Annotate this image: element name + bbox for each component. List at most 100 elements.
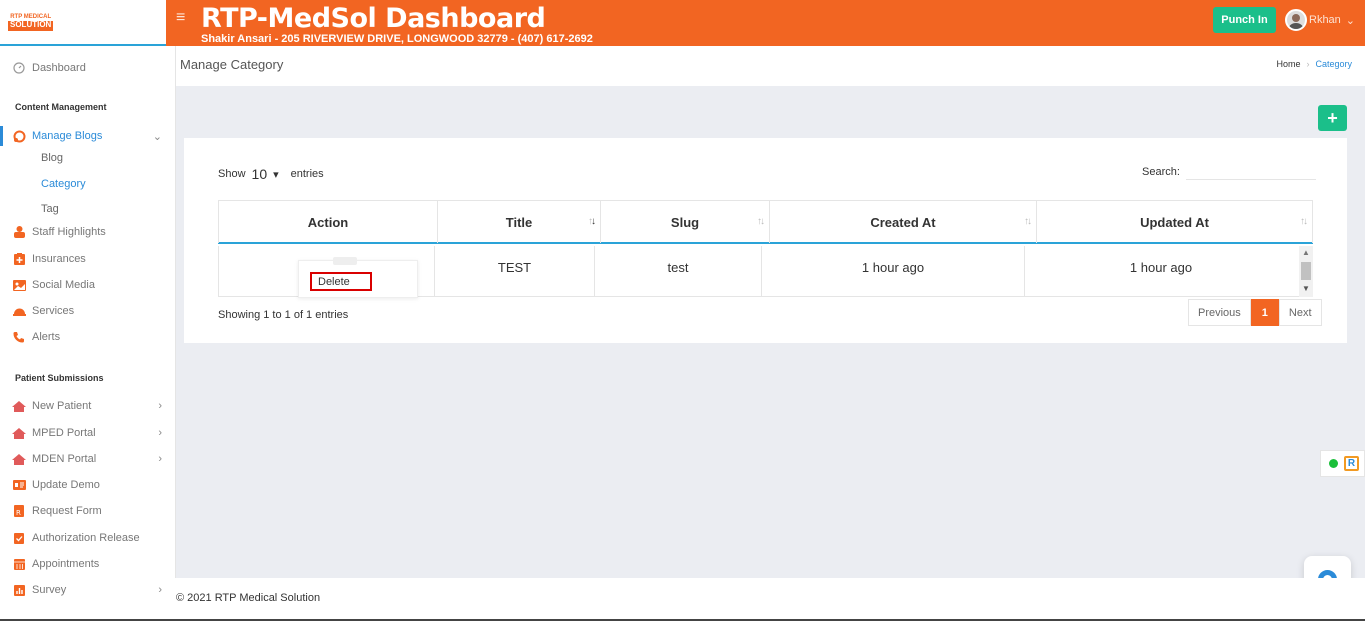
calendar-icon: [12, 557, 26, 571]
search-input[interactable]: [1185, 164, 1316, 180]
copyright-text: © 2021 RTP Medical Solution: [176, 592, 321, 604]
sidebar-item-services[interactable]: Services: [0, 301, 176, 321]
cell-action: Delete: [218, 246, 435, 298]
previous-page-button[interactable]: Previous: [1188, 299, 1251, 326]
cell-created-at: 1 hour ago: [762, 246, 1025, 297]
column-header-created-at[interactable]: Created At ↑↓: [770, 201, 1037, 243]
phone-icon: [12, 330, 26, 344]
home-icon: [12, 426, 26, 440]
delete-menu-item[interactable]: Delete: [310, 272, 372, 291]
sidebar-item-label: MPED Portal: [32, 427, 96, 439]
punch-in-button[interactable]: Punch In: [1213, 7, 1276, 33]
entries-select[interactable]: 10: [252, 166, 268, 182]
sidebar-item-label: Services: [32, 305, 75, 317]
scroll-down-icon[interactable]: ▼: [1302, 284, 1310, 293]
sidebar-item-social-media[interactable]: Social Media: [0, 275, 176, 295]
sidebar-item-update-demo[interactable]: Update Demo: [0, 475, 176, 495]
sidebar-subitem-category[interactable]: Category: [41, 178, 86, 190]
breadcrumb: Home › Category: [1276, 59, 1352, 69]
table-scrollbar[interactable]: ▲ ▼: [1299, 246, 1313, 297]
sidebar-item-survey[interactable]: Survey ›: [0, 580, 176, 600]
chevron-down-icon: ⌄: [152, 130, 162, 143]
online-status-icon: [1329, 459, 1338, 468]
table-header: Action Title ↑↓ Slug ↑↓ Created At ↑↓ Updat…: [218, 200, 1313, 244]
avatar: [1285, 9, 1307, 31]
add-category-button[interactable]: +: [1318, 105, 1347, 131]
breadcrumb-current[interactable]: Category: [1315, 59, 1352, 69]
sidebar-item-label: Staff Highlights: [32, 226, 106, 238]
sort-icon: ↑↓: [757, 216, 765, 227]
cell-updated-at-value: 1 hour ago: [1129, 260, 1193, 275]
sidebar-item-mped-portal[interactable]: MPED Portal ›: [0, 423, 176, 443]
svg-text:R: R: [16, 509, 21, 517]
sidebar-item-label: Update Demo: [32, 479, 100, 491]
sort-desc-icon: ↑↓: [588, 216, 596, 227]
sidebar-item-staff-highlights[interactable]: Staff Highlights: [0, 222, 176, 242]
hamburger-menu-icon[interactable]: ≡: [176, 9, 185, 27]
sidebar-subitem-blog[interactable]: Blog: [41, 152, 63, 164]
page-1-button[interactable]: 1: [1250, 299, 1279, 326]
app-subtitle: Shakir Ansari - 205 RIVERVIEW DRIVE, LON…: [201, 33, 593, 45]
app-title: RTP-MedSol Dashboard: [201, 3, 546, 34]
chevron-down-icon: ⌄: [1345, 14, 1356, 27]
sidebar-item-appointments[interactable]: Appointments: [0, 554, 176, 574]
sidebar-item-dashboard[interactable]: Dashboard: [0, 58, 176, 78]
search-control: Search:: [1142, 164, 1316, 180]
clipboard-check-icon: [12, 531, 26, 545]
sidebar-item-label: Insurances: [32, 253, 86, 265]
sidebar-item-label: New Patient: [32, 400, 92, 412]
chevron-down-icon[interactable]: ▾: [273, 168, 279, 181]
sidebar-item-label: Dashboard: [32, 62, 86, 74]
scrollbar-thumb[interactable]: [1301, 262, 1311, 280]
chevron-right-icon: ›: [158, 584, 162, 596]
sidebar-item-label: Request Form: [32, 505, 102, 517]
sidebar-item-label: Appointments: [32, 558, 100, 570]
cell-slug: test: [595, 246, 762, 297]
blog-icon: [12, 129, 26, 143]
user-menu[interactable]: Rkhan ⌄: [1285, 9, 1355, 31]
action-toggle-button[interactable]: [333, 257, 357, 265]
sidebar-item-manage-blogs[interactable]: Manage Blogs ⌄: [0, 126, 176, 146]
scroll-up-icon[interactable]: ▲: [1302, 248, 1310, 257]
chevron-right-icon: ›: [158, 400, 162, 412]
next-page-button[interactable]: Next: [1278, 299, 1322, 326]
sidebar-item-new-patient[interactable]: New Patient ›: [0, 396, 176, 416]
pagination: Previous 1 Next: [1188, 299, 1322, 326]
chevron-right-icon: ›: [158, 427, 162, 439]
table-info: Showing 1 to 1 of 1 entries: [218, 309, 349, 321]
sidebar: RTP MEDICAL SOLUTION Dashboard Content M…: [0, 0, 176, 621]
status-widget[interactable]: R: [1320, 450, 1365, 477]
entries-length-control: Show 10 ▾ entries: [218, 166, 324, 182]
prescription-icon: R: [12, 504, 26, 518]
sidebar-item-request-form[interactable]: R Request Form: [0, 501, 176, 521]
sidebar-subitem-tag[interactable]: Tag: [41, 203, 59, 215]
sort-icon: ↑↓: [1024, 216, 1032, 227]
insurance-icon: [12, 252, 26, 266]
sidebar-item-mden-portal[interactable]: MDEN Portal ›: [0, 449, 176, 469]
logo[interactable]: RTP MEDICAL SOLUTION: [8, 13, 54, 31]
sort-icon: ↑↓: [1300, 216, 1308, 227]
home-icon: [12, 452, 26, 466]
footer: © 2021 RTP Medical Solution: [166, 578, 1365, 621]
sidebar-item-insurances[interactable]: Insurances: [0, 249, 176, 269]
sidebar-item-label: Authorization Release: [32, 532, 140, 544]
column-header-updated-at[interactable]: Updated At ↑↓: [1037, 201, 1313, 243]
sidebar-item-alerts[interactable]: Alerts: [0, 327, 176, 347]
show-label: Show: [218, 168, 246, 180]
column-header-slug[interactable]: Slug ↑↓: [601, 201, 770, 243]
breadcrumb-home[interactable]: Home: [1276, 59, 1300, 69]
home-icon: [12, 399, 26, 413]
column-header-title[interactable]: Title ↑↓: [438, 201, 601, 243]
chevron-right-icon: ›: [158, 453, 162, 465]
search-label: Search:: [1142, 166, 1180, 178]
page-title: Manage Category: [180, 57, 284, 72]
cell-updated-at: 1 hour ago ▲ ▼: [1025, 246, 1313, 297]
top-header: ≡ RTP-MedSol Dashboard Shakir Ansari - 2…: [166, 0, 1365, 46]
sidebar-item-label: MDEN Portal: [32, 453, 97, 465]
r-logo-icon: R: [1344, 456, 1359, 471]
sidebar-item-authorization-release[interactable]: Authorization Release: [0, 528, 176, 548]
subheader: Manage Category Home › Category: [176, 46, 1365, 86]
action-dropdown: Delete: [298, 257, 418, 298]
entries-label: entries: [290, 168, 324, 180]
section-heading-content: Content Management: [15, 102, 107, 112]
